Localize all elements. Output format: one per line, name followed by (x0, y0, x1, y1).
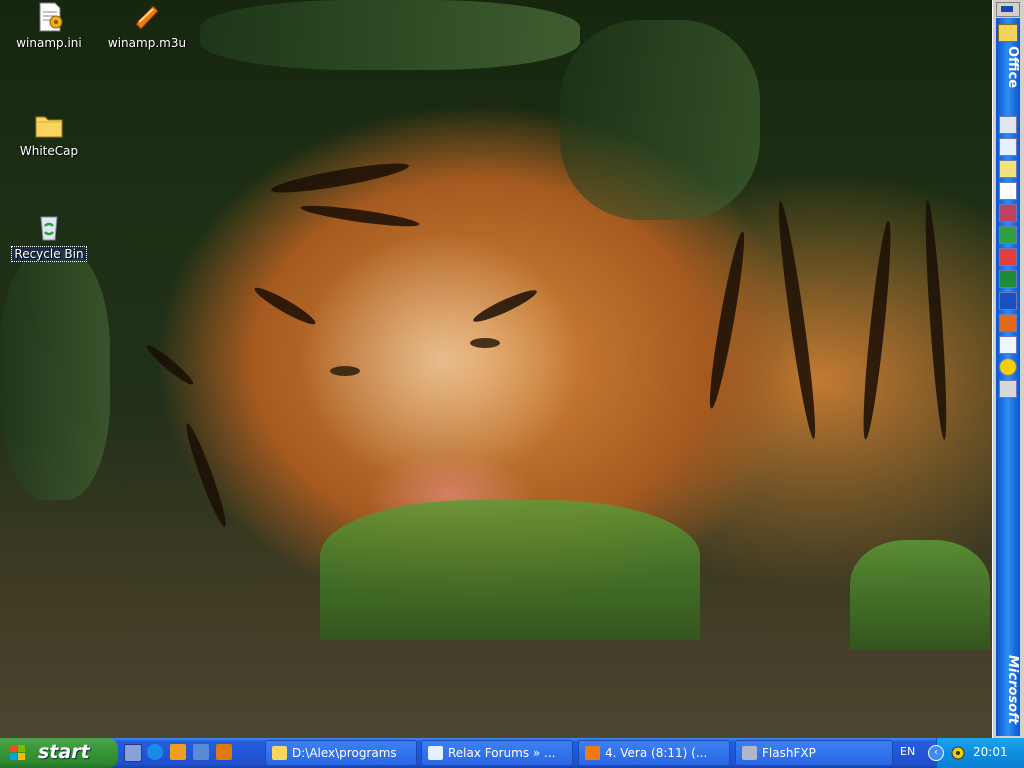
wallpaper-eye (330, 366, 360, 376)
folder-icon (35, 116, 63, 138)
office-gear-icon[interactable] (999, 380, 1017, 398)
quicklaunch-flash-icon[interactable] (216, 744, 232, 760)
office-bar-title: Office (1005, 46, 1020, 89)
office-radiation-icon[interactable] (999, 358, 1017, 376)
winamp-icon (585, 746, 600, 760)
quicklaunch-internet-explorer-icon[interactable] (147, 744, 163, 760)
taskbar: start D:\Alex\programs Relax Forums » ..… (0, 738, 1024, 768)
wallpaper-foliage (560, 20, 760, 220)
office-bar-menu-button[interactable] (996, 2, 1020, 17)
ini-file-icon (39, 2, 63, 32)
desktop-icon-winamp-ini[interactable]: winamp.ini (6, 2, 92, 50)
wallpaper-stripe (251, 283, 319, 329)
task-label: 4. Vera (8:11) (... (605, 746, 708, 760)
wallpaper-stripe (858, 219, 896, 441)
office-tool-icon[interactable] (999, 248, 1017, 266)
office-note-icon[interactable] (999, 160, 1017, 178)
powerpoint-icon[interactable] (999, 314, 1017, 332)
quicklaunch-settings-icon[interactable] (124, 744, 142, 762)
winamp-playlist-icon (135, 5, 159, 30)
desktop-icon-label: winamp.ini (16, 36, 82, 50)
tray-app-icon[interactable] (950, 745, 966, 761)
taskbar-button-relax-forums[interactable]: Relax Forums » ... (421, 740, 573, 766)
taskbar-button-winamp[interactable]: 4. Vera (8:11) (... (578, 740, 730, 766)
office-page-icon[interactable] (999, 182, 1017, 200)
office-triangle-icon[interactable] (999, 336, 1017, 354)
word-icon[interactable] (999, 292, 1017, 310)
clock[interactable]: 20:01 (973, 745, 1008, 759)
windows-logo-icon (10, 745, 26, 761)
menu-icon (1001, 6, 1013, 12)
wallpaper-stripe (299, 201, 421, 231)
desktop-icon-label: winamp.m3u (107, 36, 187, 50)
wallpaper-grass (320, 500, 700, 640)
office-bar-brand: Microsoft (1005, 655, 1020, 724)
excel-icon[interactable] (999, 270, 1017, 288)
office-shortcut-bar[interactable]: Office Microsoft (992, 0, 1024, 738)
office-media-icon[interactable] (999, 204, 1017, 222)
desktop-wallpaper[interactable]: winamp.ini winamp.m3u WhiteCap Recycle B… (0, 0, 992, 738)
wallpaper-stripe (773, 200, 821, 440)
folder-icon (272, 746, 287, 760)
wallpaper-foliage (0, 250, 110, 500)
task-label: Relax Forums » ... (448, 746, 556, 760)
wallpaper-stripe (470, 285, 540, 327)
taskbar-button-flashfxp[interactable]: FlashFXP (735, 740, 893, 766)
recycle-bin-icon (40, 216, 58, 241)
desktop-icon-whitecap[interactable]: WhiteCap (6, 110, 92, 158)
task-label: FlashFXP (762, 746, 816, 760)
wallpaper-stripe (704, 230, 750, 410)
wallpaper-foliage (200, 0, 580, 70)
desktop-icon-recycle-bin[interactable]: Recycle Bin (6, 212, 92, 262)
desktop-icon-label: WhiteCap (19, 144, 79, 158)
chevron-left-icon[interactable]: ‹ (928, 745, 944, 761)
language-indicator[interactable]: EN (900, 745, 915, 758)
wallpaper-grass (850, 540, 990, 650)
ie-page-icon (428, 746, 443, 760)
office-computer-icon[interactable] (999, 116, 1017, 134)
wallpaper-stripe (143, 341, 197, 389)
taskbar-button-explorer[interactable]: D:\Alex\programs (265, 740, 417, 766)
flashfxp-icon (742, 746, 757, 760)
office-document-icon[interactable] (999, 138, 1017, 156)
wallpaper-stripe (269, 157, 411, 199)
wallpaper-eye (470, 338, 500, 348)
desktop-icon-label: Recycle Bin (11, 246, 87, 262)
quicklaunch-winamp-icon[interactable] (170, 744, 186, 760)
start-label: start (38, 741, 90, 763)
quicklaunch-desktop-icon[interactable] (193, 744, 209, 760)
wallpaper-stripe (181, 421, 231, 529)
office-folder-icon[interactable] (998, 24, 1018, 42)
office-publisher-icon[interactable] (999, 226, 1017, 244)
desktop-icon-winamp-m3u[interactable]: winamp.m3u (104, 2, 190, 50)
start-button[interactable]: start (0, 738, 118, 768)
task-label: D:\Alex\programs (292, 746, 397, 760)
system-tray: ‹ 20:01 (928, 738, 1024, 768)
wallpaper-stripe (921, 199, 951, 441)
